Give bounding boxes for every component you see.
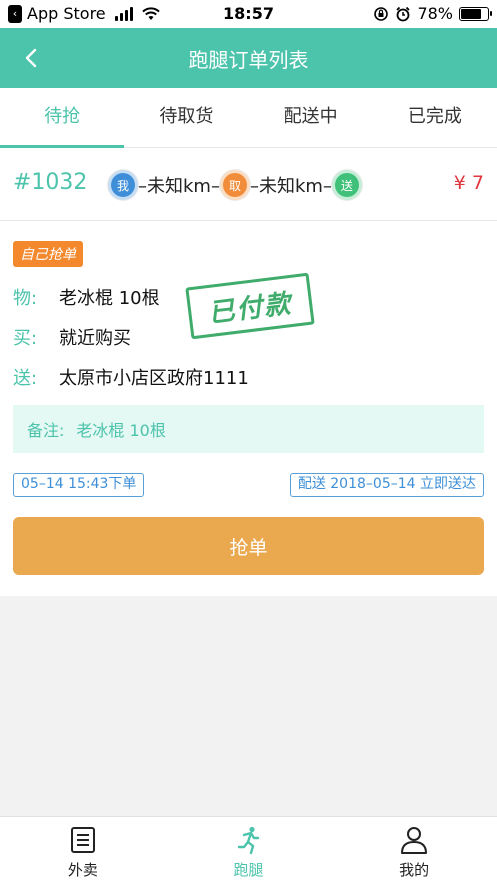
nav-header: 跑腿订单列表 <box>0 28 497 88</box>
nav-errand[interactable]: 跑腿 <box>166 817 332 883</box>
rotation-lock-icon <box>374 6 389 21</box>
deliver-badge-icon: 送 <box>331 170 362 200</box>
remark-box: 备注: 老冰棍 10根 <box>13 405 484 453</box>
runner-icon <box>237 826 259 855</box>
delivery-time-badge: 配送 2018–05–14 立即送达 <box>289 473 484 497</box>
route-summary: 我 –未知km– 取 –未知km– 送 <box>108 170 362 200</box>
item-row: 物: 老冰棍 10根 <box>13 284 160 310</box>
order-time-badge: 05–14 15:43下单 <box>13 473 145 497</box>
tab-to-pickup[interactable]: 待取货 <box>124 88 248 147</box>
nav-mine-label: 我的 <box>399 861 430 879</box>
order-status-tabs: 待抢 待取货 配送中 已完成 <box>0 88 497 148</box>
remark-value: 老冰棍 10根 <box>76 421 166 440</box>
buy-row: 买: 就近购买 <box>13 324 131 350</box>
order-number: #1032 <box>13 170 88 195</box>
grab-order-button[interactable]: 抢单 <box>13 517 484 575</box>
deliver-row: 送: 太原市小店区政府1111 <box>13 364 249 390</box>
buy-label: 买: <box>13 328 38 349</box>
self-grab-tag: 自己抢单 <box>13 241 83 267</box>
battery-percent: 78% <box>417 4 453 23</box>
bottom-nav: 外卖 跑腿 我的 <box>0 816 497 883</box>
battery-icon <box>459 6 492 21</box>
remark-label: 备注: <box>27 421 65 440</box>
user-icon <box>401 827 428 854</box>
alarm-icon <box>396 6 411 21</box>
deliver-label: 送: <box>13 368 38 389</box>
tab-completed[interactable]: 已完成 <box>373 88 497 147</box>
list-icon <box>70 827 95 853</box>
item-label: 物: <box>13 288 38 309</box>
buy-value: 就近购买 <box>59 328 131 349</box>
nav-errand-label: 跑腿 <box>233 861 264 879</box>
pickup-badge-icon: 取 <box>219 170 250 200</box>
deliver-address: 太原市小店区政府1111 <box>59 368 249 389</box>
route-distance-2: –未知km– <box>249 176 332 197</box>
tab-delivering[interactable]: 配送中 <box>249 88 373 147</box>
route-distance-1: –未知km– <box>138 176 220 197</box>
tab-waiting[interactable]: 待抢 <box>0 88 125 148</box>
order-header: #1032 我 –未知km– 取 –未知km– 送 ¥ 7 <box>0 148 497 221</box>
me-badge-icon: 我 <box>108 170 138 200</box>
nav-mine[interactable]: 我的 <box>331 817 497 883</box>
order-price: ¥ 7 <box>453 172 484 194</box>
status-bar: ‹ App Store 18:57 78% <box>0 0 497 28</box>
page-title: 跑腿订单列表 <box>188 48 309 72</box>
nav-takeout[interactable]: 外卖 <box>0 817 166 883</box>
nav-takeout-label: 外卖 <box>67 861 98 879</box>
item-value: 老冰棍 10根 <box>59 288 160 309</box>
status-right: 78% <box>373 4 492 23</box>
